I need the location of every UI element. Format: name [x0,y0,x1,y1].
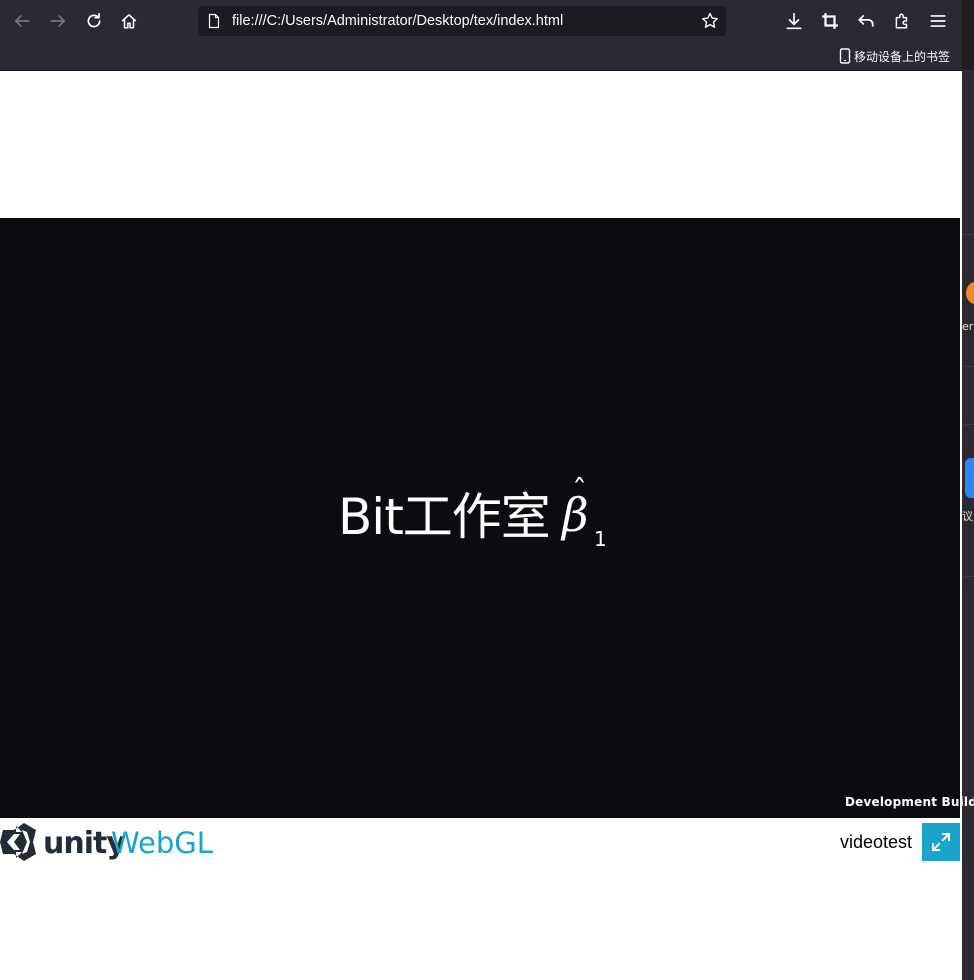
app-icon [966,282,974,304]
divider [962,576,974,577]
mobile-bookmarks-label: 移动设备上的书签 [853,49,950,64]
address-bar[interactable]: file:///C:/Users/Administrator/Desktop/t… [198,6,726,36]
undo-button[interactable] [854,9,878,33]
back-button[interactable] [10,9,34,33]
crop-icon [822,13,838,29]
screenshot-button[interactable] [818,9,842,33]
forward-button[interactable] [46,9,70,33]
fullscreen-icon [931,832,951,852]
webgl-wordmark: WebGL [111,826,213,860]
math-symbol: β [562,488,589,542]
canvas-title: Bit工作室 [338,488,551,546]
url-text: file:///C:/Users/Administrator/Desktop/t… [232,13,564,29]
home-button[interactable] [117,9,141,33]
math-subscript: 1 [594,527,607,551]
background-window-edge: er 议 [962,0,974,980]
divider [962,366,974,367]
background-window-top [962,0,974,70]
mobile-bookmarks-item[interactable]: 移动设备上的书签 [839,47,950,65]
background-text-1: er [962,320,974,333]
divider [962,234,974,235]
hamburger-menu-icon [930,15,946,27]
unity-logo-icon [0,823,36,861]
puzzle-icon [895,13,908,29]
unity-footer: unity WebGL videotest [0,818,960,864]
home-icon [121,14,137,29]
mobile-device-icon [839,48,851,64]
reload-icon [87,12,101,28]
browser-toolbar: file:///C:/Users/Administrator/Desktop/t… [0,0,962,42]
undo-icon [858,14,874,27]
background-text-2: 议 [962,510,973,523]
arrow-right-icon [50,15,66,27]
reload-button[interactable] [82,9,106,33]
menu-button[interactable] [926,9,950,33]
page-icon [208,13,220,29]
app-icon [965,458,974,498]
downloads-button[interactable] [782,9,806,33]
extensions-button[interactable] [890,9,914,33]
fullscreen-button[interactable] [922,823,960,861]
bookmarks-toolbar: 移动设备上的书签 [0,42,962,71]
divider [962,424,974,425]
game-title: videotest [840,832,913,852]
arrow-left-icon [14,15,30,27]
bookmark-star-icon[interactable] [700,11,720,31]
development-build-label: Development Build [845,795,974,809]
download-icon [786,12,802,30]
